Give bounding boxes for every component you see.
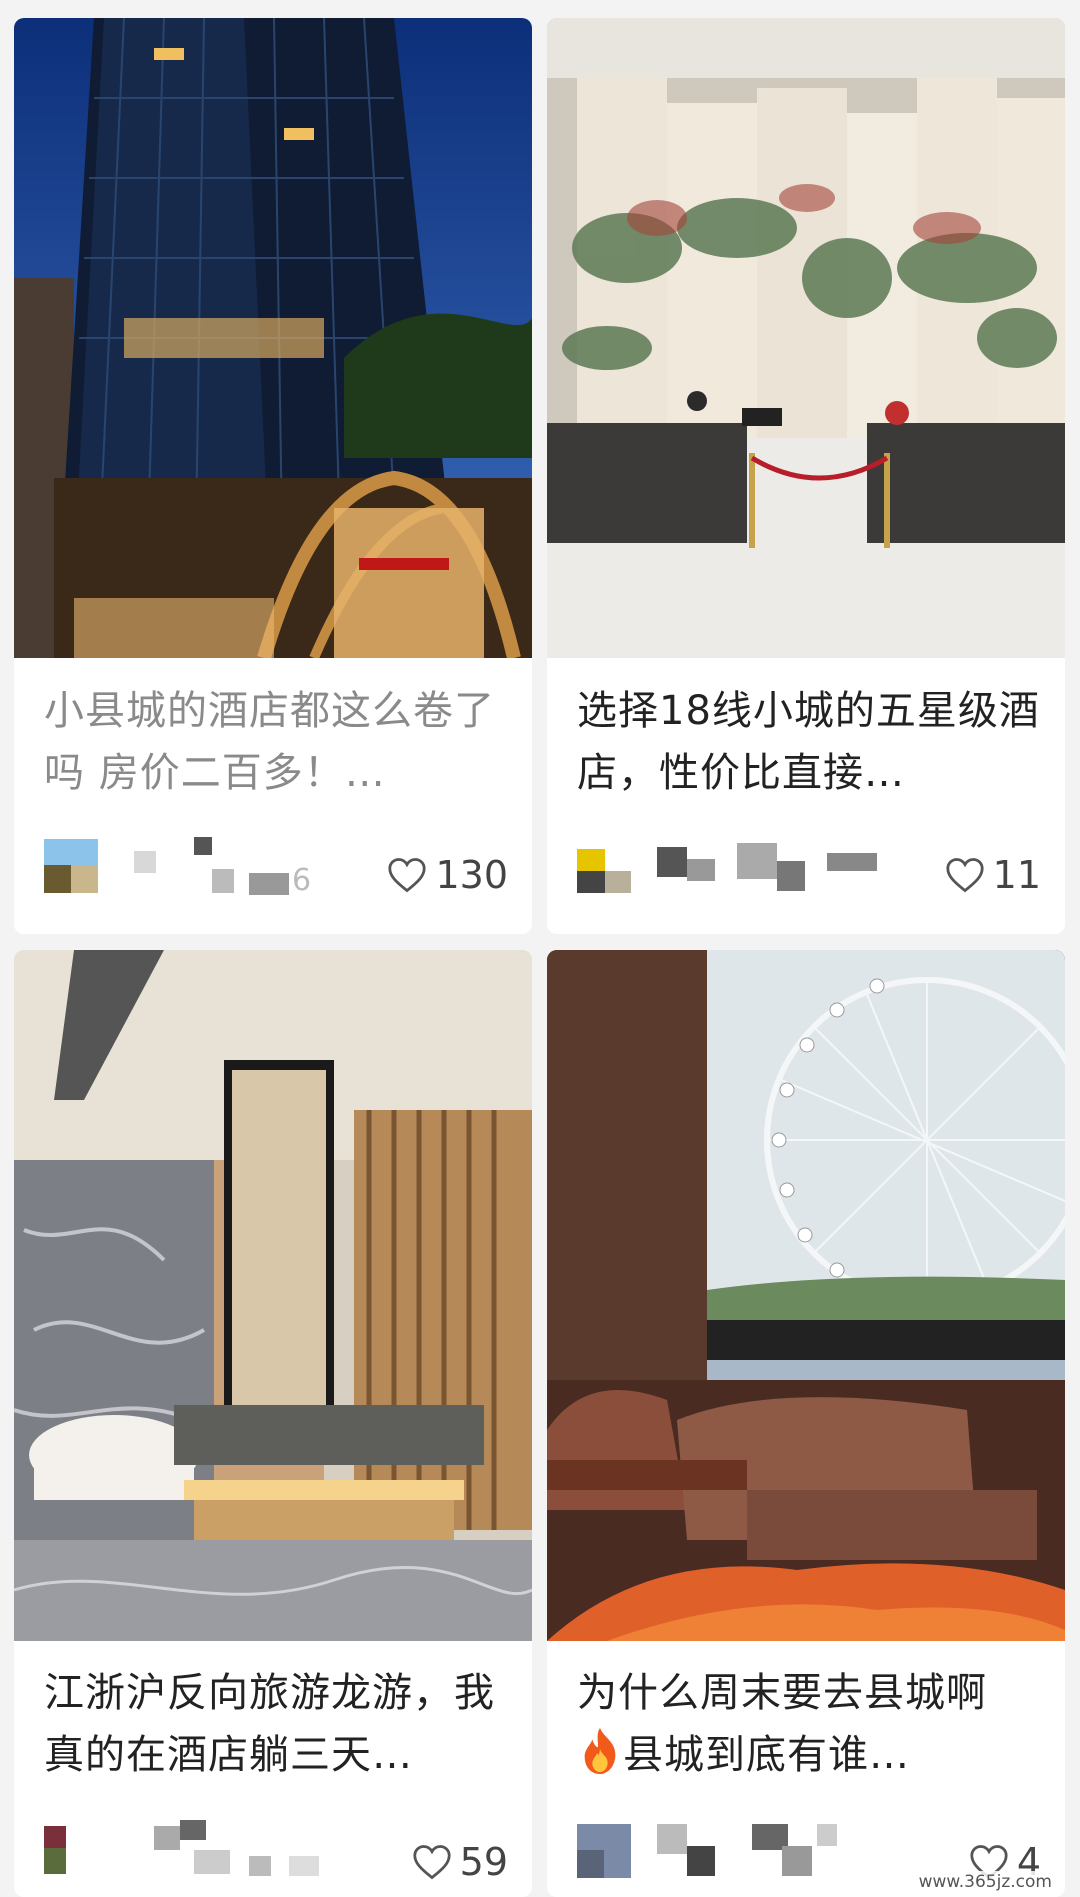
post-image[interactable] [14, 18, 532, 658]
post-image[interactable] [547, 18, 1065, 658]
post-image[interactable] [547, 950, 1065, 1641]
like-button[interactable]: 59 [412, 1840, 508, 1884]
heart-outline-icon [388, 858, 427, 893]
post-title-line: 为什么周末要去县城啊 [577, 1670, 987, 1716]
post-image[interactable] [14, 950, 532, 1641]
fire-icon [584, 1728, 616, 1774]
post-card-2[interactable]: 选择18线小城的五星级酒店，性价比直接… 11 [547, 18, 1065, 934]
post-meta: 11 [577, 833, 1041, 913]
like-count: 11 [992, 853, 1041, 897]
author-blurred[interactable] [577, 1820, 907, 1897]
post-card-3[interactable]: 江浙沪反向旅游龙游，我真的在酒店躺三天… 59 [14, 950, 532, 1897]
post-title-line: 县城到底有谁… [623, 1732, 910, 1778]
like-count: 130 [435, 853, 508, 897]
post-title[interactable]: 江浙沪反向旅游龙游，我真的在酒店躺三天… [44, 1662, 508, 1786]
watermark: www.365jz.com [913, 1871, 1057, 1893]
post-meta: 6 130 [44, 833, 508, 913]
like-button[interactable]: 11 [945, 853, 1041, 897]
post-meta: 59 [44, 1820, 508, 1897]
author-blurred[interactable]: 6 [44, 833, 374, 913]
post-title[interactable]: 选择18线小城的五星级酒店，性价比直接… [577, 680, 1041, 804]
like-button[interactable]: 130 [387, 853, 508, 897]
post-title[interactable]: 为什么周末要去县城啊 县城到底有谁… [577, 1662, 1041, 1786]
post-card-4[interactable]: 为什么周末要去县城啊 县城到底有谁… 4 www.365jz.com [547, 950, 1065, 1897]
heart-outline-icon [413, 1845, 451, 1880]
post-card-1[interactable]: 小县城的酒店都这么卷了吗 房价二百多！… 6 130 [14, 18, 532, 934]
like-count: 59 [459, 1840, 508, 1884]
author-name-partial: 6 [292, 863, 312, 898]
author-blurred[interactable] [44, 1820, 374, 1897]
author-blurred[interactable] [577, 833, 907, 913]
post-title[interactable]: 小县城的酒店都这么卷了吗 房价二百多！… [44, 680, 508, 804]
heart-outline-icon [946, 858, 984, 893]
